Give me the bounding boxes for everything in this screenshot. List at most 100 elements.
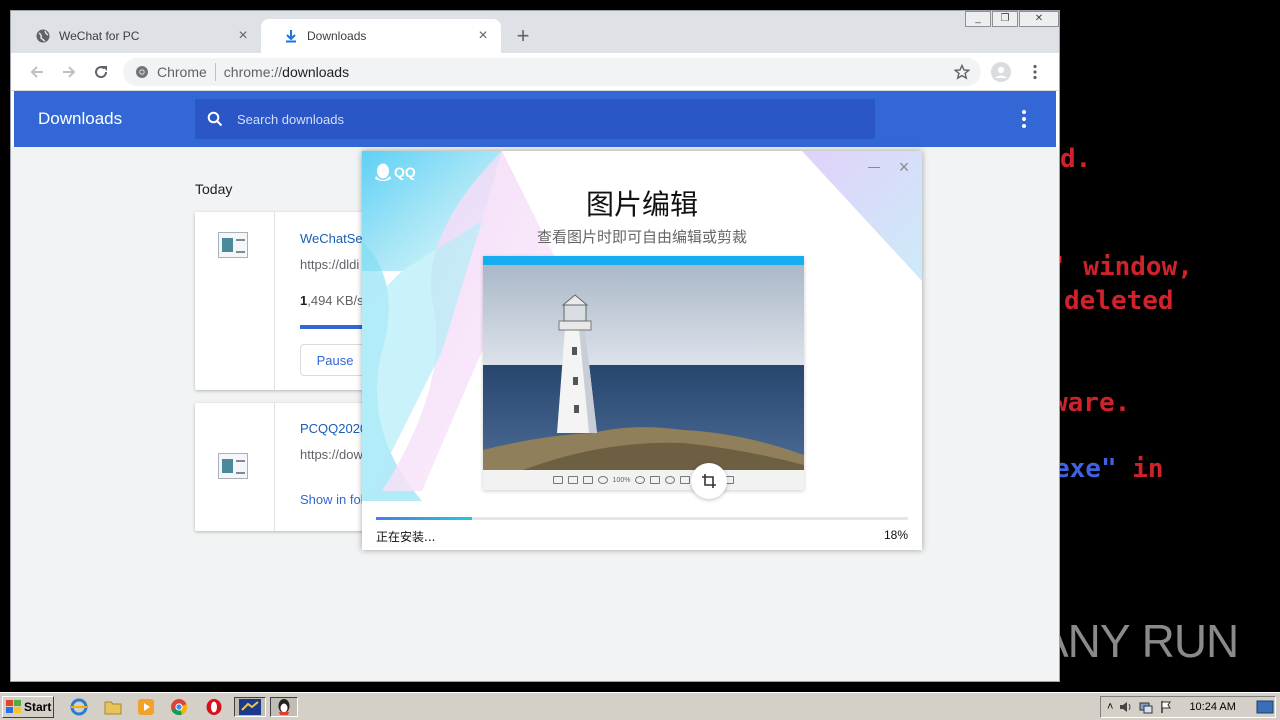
tab-title: Downloads (307, 29, 367, 43)
watermark-text-right: RUN (1141, 615, 1240, 667)
forward-arrow-icon (63, 66, 76, 78)
terminal-line: ware. (1058, 388, 1131, 418)
pause-button[interactable]: Pause (300, 344, 370, 376)
reload-icon (95, 66, 108, 79)
opera-icon[interactable] (203, 697, 225, 717)
chrome-logo-icon (136, 66, 148, 78)
download-icon (283, 28, 299, 44)
page-title: Downloads (38, 109, 123, 128)
reload-button[interactable] (89, 60, 113, 84)
download-speed: 1,494 KB/s (300, 293, 364, 308)
preview-tool-icon (552, 476, 563, 484)
file-icon (218, 232, 248, 258)
tab-strip: WeChat for PC × Downloads × + _ ❐ ✕ (11, 11, 1059, 53)
edit-icon (680, 476, 691, 484)
system-clock: 10:24 AM (1189, 701, 1236, 713)
terminal-line: d. (1060, 144, 1092, 174)
tab-title: WeChat for PC (59, 29, 140, 43)
close-window-button[interactable]: ✕ (1019, 11, 1059, 27)
preview-tool-icon (567, 476, 578, 484)
preview-titlebar (483, 256, 804, 265)
anyrun-watermark: ANY RUN (1038, 606, 1240, 676)
zoom-in-icon (635, 476, 646, 484)
terminal-line: ' window, (1058, 252, 1193, 282)
omnibox-site-label: Chrome (157, 64, 207, 80)
preview-tool-icon (582, 476, 593, 484)
card-icon-column (195, 403, 275, 531)
start-label: Start (24, 700, 52, 714)
crop-icon (691, 463, 727, 499)
speed-rest: ,494 KB/s (307, 293, 364, 308)
minimize-icon[interactable] (868, 167, 880, 168)
search-input[interactable] (237, 111, 837, 127)
background-terminal: d. ' window, deleted ware. exe" in (1058, 0, 1280, 692)
new-tab-button[interactable]: + (511, 25, 535, 49)
lighthouse-photo (483, 265, 804, 470)
volume-icon[interactable] (1119, 700, 1133, 714)
install-progress-bar (376, 517, 908, 520)
terminal-line: deleted (1064, 286, 1174, 316)
start-button[interactable]: Start (2, 696, 54, 718)
system-tray: ˄ 10:24 AM (1100, 696, 1276, 718)
file-url[interactable]: https://dow (300, 447, 363, 462)
zoom-out-icon (597, 476, 608, 484)
feature-title: 图片编辑 (585, 188, 698, 221)
forward-button[interactable] (57, 60, 81, 84)
network-icon[interactable] (1139, 700, 1153, 714)
close-icon[interactable]: × (896, 158, 912, 176)
url-host: downloads (282, 64, 350, 80)
file-icon (218, 453, 248, 479)
installer-taskbar-button[interactable] (234, 697, 266, 717)
close-tab-icon[interactable]: × (235, 28, 251, 44)
card-icon-column (195, 212, 275, 390)
internet-explorer-icon[interactable] (68, 697, 90, 717)
url-scheme: chrome:// (223, 64, 283, 80)
qq-installer-window: QQ × 图片编辑 查看图片时即可自由编辑或剪裁 100% 正在安装... 18… (362, 151, 922, 550)
qq-logo-text: QQ (394, 164, 416, 180)
rotate-icon (665, 476, 676, 484)
profile-avatar-icon[interactable] (989, 60, 1013, 84)
close-tab-icon[interactable]: × (475, 28, 491, 44)
show-hidden-icons-icon[interactable]: ˄ (1107, 701, 1113, 713)
show-desktop-icon[interactable] (1256, 700, 1274, 714)
tab-wechat[interactable]: WeChat for PC × (13, 19, 261, 53)
chrome-taskbar-icon[interactable] (168, 697, 190, 717)
globe-icon (35, 28, 51, 44)
minimize-button[interactable]: _ (965, 11, 991, 27)
install-progress-fill (376, 517, 472, 520)
address-bar[interactable]: Chrome chrome://downloads (123, 58, 981, 86)
restore-button[interactable]: ❐ (992, 11, 1018, 27)
search-icon (207, 111, 223, 127)
back-arrow-icon (30, 66, 43, 78)
chrome-menu-icon[interactable] (1023, 60, 1047, 84)
file-explorer-icon[interactable] (102, 697, 124, 717)
windows-logo-icon (6, 700, 21, 713)
preview-tool-icon (650, 476, 661, 484)
window-controls: _ ❐ ✕ (964, 11, 1059, 29)
preview-toolbar: 100% (483, 470, 804, 490)
file-url[interactable]: https://dldi (300, 257, 359, 272)
section-date-heading: Today (195, 181, 233, 197)
show-in-folder-link[interactable]: Show in fol (300, 492, 364, 507)
media-player-icon[interactable] (135, 697, 157, 717)
file-name-link[interactable]: WeChatSet (300, 231, 366, 246)
terminal-line: exe" in (1058, 454, 1164, 484)
search-box[interactable] (195, 99, 875, 139)
penguin-icon (375, 163, 391, 181)
action-center-flag-icon[interactable] (1159, 700, 1173, 714)
taskbar: Start ˄ 10:24 AM (0, 692, 1280, 720)
tab-downloads[interactable]: Downloads × (261, 19, 501, 53)
more-actions-icon[interactable] (1014, 107, 1034, 131)
omnibox-separator (214, 63, 216, 81)
browser-toolbar: Chrome chrome://downloads (11, 53, 1059, 91)
bookmark-star-icon[interactable] (951, 61, 973, 83)
file-name-link[interactable]: PCQQ2020 (300, 421, 367, 436)
qq-taskbar-button[interactable] (270, 697, 298, 717)
install-status-text: 正在安装... (376, 530, 436, 544)
zoom-level: 100% (612, 476, 631, 484)
feature-subtitle: 查看图片时即可自由编辑或剪裁 (536, 228, 747, 246)
qq-logo: QQ (374, 162, 416, 182)
back-button[interactable] (25, 60, 49, 84)
install-percent: 18% (883, 528, 908, 542)
downloads-header: Downloads (14, 91, 1056, 147)
